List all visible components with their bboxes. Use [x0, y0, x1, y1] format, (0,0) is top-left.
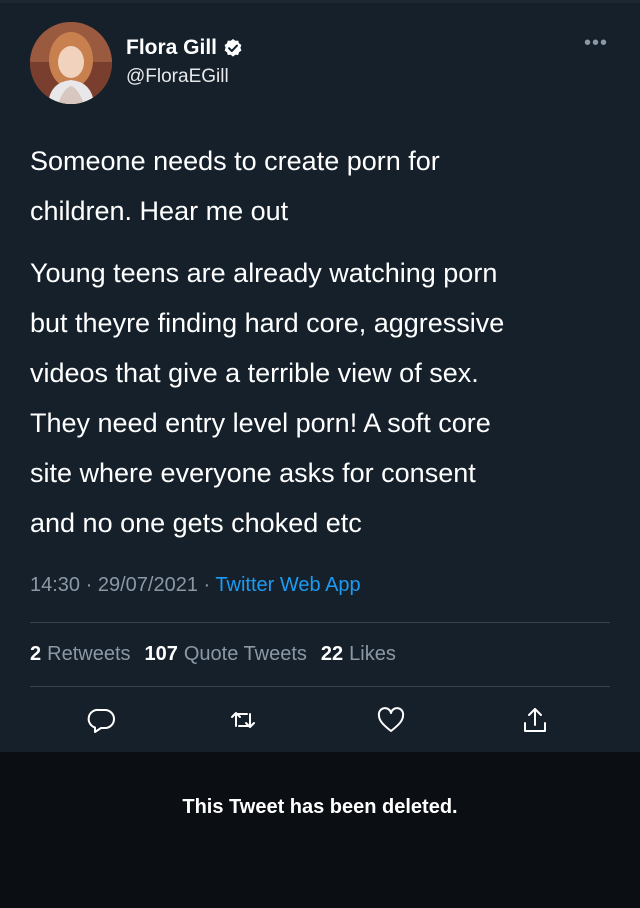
likes-stat[interactable]: 22 Likes [321, 643, 396, 666]
verified-badge-icon [223, 38, 243, 58]
share-icon[interactable] [519, 704, 551, 736]
tweet-text-paragraph-1: Someone needs to create porn for childre… [30, 146, 440, 226]
tweet-source[interactable]: Twitter Web App [215, 574, 360, 596]
quote-tweets-stat[interactable]: 107 Quote Tweets [145, 643, 307, 666]
heart-icon[interactable] [375, 704, 407, 736]
retweet-icon[interactable] [227, 704, 259, 736]
retweets-stat[interactable]: 2 Retweets [30, 643, 131, 666]
tweet-actions [0, 700, 640, 740]
divider [30, 622, 610, 623]
tweet-date[interactable]: 29/07/2021 [98, 574, 198, 596]
retweets-count: 2 [30, 643, 42, 665]
divider [30, 686, 610, 687]
tweet-time[interactable]: 14:30 [30, 574, 80, 596]
top-divider [0, 0, 640, 3]
avatar[interactable] [30, 22, 112, 104]
deleted-banner [0, 752, 640, 908]
author-name-row[interactable]: Flora Gill [126, 36, 243, 60]
likes-count: 22 [320, 643, 344, 665]
deleted-notice: This Tweet has been deleted. [182, 796, 458, 818]
tweet-card: Flora Gill @FloraEGill ••• Someone needs… [0, 0, 640, 752]
meta-separator: · [203, 574, 211, 596]
author-name[interactable]: Flora Gill [126, 36, 217, 60]
retweets-label: Retweets [47, 643, 131, 665]
quote-tweets-count: 107 [144, 643, 178, 665]
quote-tweets-label: Quote Tweets [183, 643, 307, 665]
tweet-meta: 14:30 · 29/07/2021 · Twitter Web App [30, 574, 361, 597]
tweet-text-paragraph-2: Young teens are already watching porn bu… [30, 258, 505, 538]
more-icon[interactable]: ••• [584, 33, 608, 53]
likes-label: Likes [349, 643, 396, 665]
tweet-stats: 2 Retweets 107 Quote Tweets 22 Likes [30, 643, 396, 666]
author-handle[interactable]: @FloraEGill [126, 66, 229, 88]
reply-icon[interactable] [86, 704, 118, 736]
meta-separator: · [85, 574, 93, 596]
